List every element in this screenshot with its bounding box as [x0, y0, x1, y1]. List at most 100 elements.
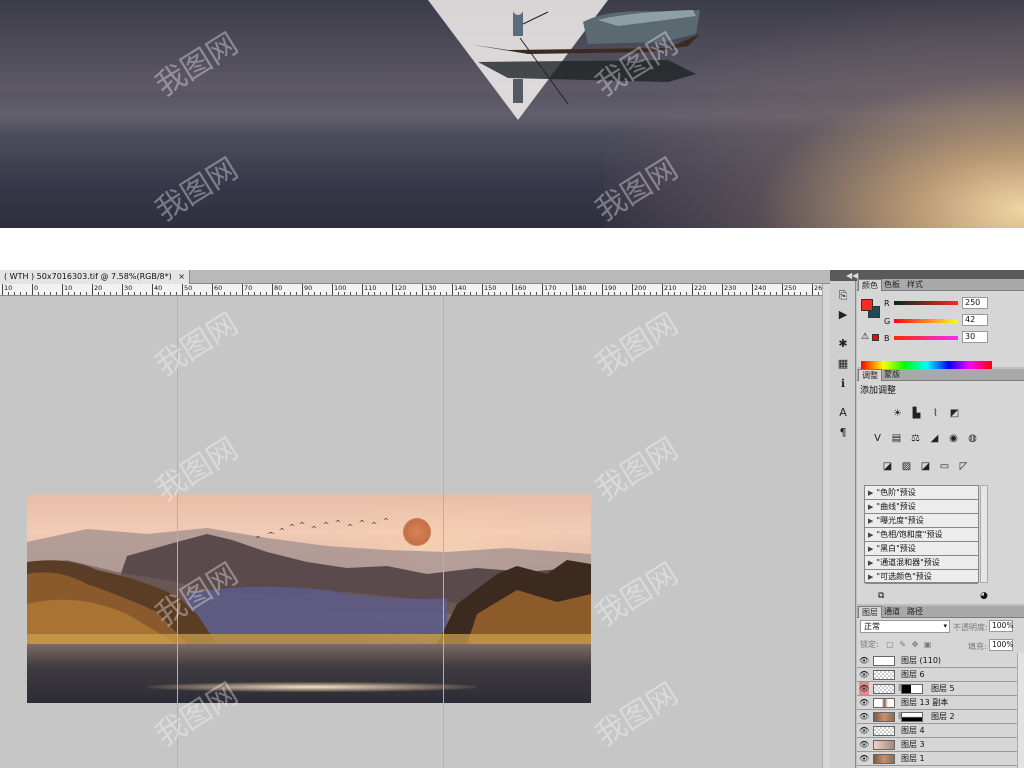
eye-icon[interactable]: 👁: [859, 724, 869, 737]
photo-filter-icon[interactable]: ◉: [946, 432, 961, 446]
preset-item[interactable]: ▶ "色相/饱和度"预设: [865, 528, 978, 542]
web-color-swatch[interactable]: [872, 334, 879, 341]
lock-transparent-icon[interactable]: ▢: [886, 640, 894, 649]
preset-item[interactable]: ▶ "可选颜色"预设: [865, 570, 978, 584]
ruler-major-tick: [32, 284, 33, 295]
levels-icon[interactable]: ▙: [909, 407, 924, 421]
layer-row[interactable]: 👁 图层 1: [857, 752, 1024, 766]
curves-icon[interactable]: ⌇: [928, 407, 943, 421]
channel-b-input[interactable]: 30: [962, 331, 988, 343]
ruler-major-tick: [212, 284, 213, 295]
expand-arrow-icon[interactable]: ▶: [868, 531, 873, 539]
layer-row[interactable]: 👁 ⛓ 图层 5: [857, 682, 1024, 696]
expand-arrow-icon[interactable]: ▶: [868, 559, 873, 567]
lock-move-icon[interactable]: ✥: [912, 640, 919, 649]
eye-icon[interactable]: 👁: [859, 654, 869, 667]
layer-row[interactable]: 👁 图层 13 副本: [857, 696, 1024, 710]
history-icon[interactable]: ⎘: [836, 289, 850, 303]
visibility-toggle-icon[interactable]: ◕: [980, 591, 988, 601]
preset-item[interactable]: ▶ "曲线"预设: [865, 500, 978, 514]
fill-label: 填充:: [968, 642, 987, 651]
eye-icon[interactable]: 👁: [859, 682, 869, 695]
layer-row[interactable]: 👁 图层 4: [857, 724, 1024, 738]
tab-masks[interactable]: 蒙版: [881, 369, 903, 381]
layers-scrollbar[interactable]: [1017, 653, 1024, 768]
channel-b-slider[interactable]: [894, 336, 958, 340]
eye-icon[interactable]: 👁: [859, 738, 869, 751]
layer-row[interactable]: 👁 图层 (110): [857, 654, 1024, 668]
ruler-minor-tick: [794, 292, 795, 295]
opacity-input[interactable]: 100%: [989, 620, 1013, 632]
guide-line[interactable]: [443, 296, 444, 768]
expand-arrow-icon[interactable]: ▶: [868, 545, 873, 553]
selective-color-icon[interactable]: ◸: [956, 460, 971, 474]
layer-row[interactable]: 👁 ⛓ 图层 2: [857, 710, 1024, 724]
preset-item[interactable]: ▶ "色阶"预设: [865, 486, 978, 500]
ruler-minor-tick: [758, 292, 759, 295]
document-tab[interactable]: ( WTH ) 50x7016303.tif @ 7.58%(RGB/8*) ×: [0, 270, 190, 284]
invert-icon[interactable]: ◪: [880, 460, 895, 474]
gradient-map-icon[interactable]: ▭: [937, 460, 952, 474]
close-icon[interactable]: ×: [178, 272, 185, 281]
tab-paths[interactable]: 路径: [904, 606, 926, 618]
ruler-minor-tick: [296, 292, 297, 295]
tab-layers[interactable]: 图层: [858, 606, 882, 618]
channel-g-input[interactable]: 42: [962, 314, 988, 326]
channel-mixer-icon[interactable]: ◍: [965, 432, 980, 446]
blend-mode-select[interactable]: 正常 ▾: [860, 620, 950, 633]
fill-input[interactable]: 100%: [989, 639, 1013, 651]
tab-channels[interactable]: 通道: [881, 606, 903, 618]
eye-icon[interactable]: 👁: [859, 752, 869, 765]
guide-line[interactable]: [177, 296, 178, 768]
brightness-contrast-icon[interactable]: ☀: [890, 407, 905, 421]
ruler-major-tick: [752, 284, 753, 295]
color-balance-icon[interactable]: ⚖: [908, 432, 923, 446]
channel-r-input[interactable]: 250: [962, 297, 988, 309]
ruler-minor-tick: [266, 292, 267, 295]
tab-adjustments[interactable]: 调整: [858, 369, 882, 381]
lock-paint-icon[interactable]: ✎: [899, 640, 906, 649]
layer-mask-thumbnail[interactable]: [901, 684, 923, 694]
warning-icon[interactable]: ⚠: [861, 332, 869, 342]
canvas-scrollbar[interactable]: [822, 284, 830, 768]
eye-icon[interactable]: 👁: [859, 710, 869, 723]
preset-item[interactable]: ▶ "曝光度"预设: [865, 514, 978, 528]
hue-saturation-icon[interactable]: ▤: [889, 432, 904, 446]
expand-arrow-icon[interactable]: ▶: [868, 573, 873, 581]
preset-item[interactable]: ▶ "黑白"预设: [865, 542, 978, 556]
expand-arrow-icon[interactable]: ▶: [868, 489, 873, 497]
layer-name: 图层 3: [901, 740, 925, 749]
channel-g-slider[interactable]: [894, 319, 958, 323]
clip-layer-icon[interactable]: ⧉: [878, 591, 884, 601]
layer-row[interactable]: 👁 图层 6: [857, 668, 1024, 682]
threshold-icon[interactable]: ◪: [918, 460, 933, 474]
tab-color[interactable]: 颜色: [858, 279, 882, 291]
preset-list-scrollbar[interactable]: [980, 485, 988, 583]
vibrance-icon[interactable]: V: [870, 432, 885, 446]
layer-mask-thumbnail[interactable]: [901, 712, 923, 722]
ruler-minor-tick: [338, 292, 339, 295]
expand-arrow-icon[interactable]: ▶: [868, 503, 873, 511]
navigator-icon[interactable]: ✱: [836, 337, 850, 351]
character-icon[interactable]: A: [836, 406, 850, 420]
channel-r-slider[interactable]: [894, 301, 958, 305]
preset-item[interactable]: ▶ "通道混和器"预设: [865, 556, 978, 570]
layer-row[interactable]: 👁 图层 3: [857, 738, 1024, 752]
ruler-label: 210: [664, 284, 677, 292]
tab-styles[interactable]: 样式: [904, 279, 926, 291]
actions-icon[interactable]: ▶: [836, 308, 850, 322]
expand-arrow-icon[interactable]: ▶: [868, 517, 873, 525]
eye-icon[interactable]: 👁: [859, 696, 869, 709]
histogram-icon[interactable]: ▦: [836, 357, 850, 371]
info-icon[interactable]: ℹ: [836, 377, 850, 391]
ruler-major-tick: [92, 284, 93, 295]
lock-all-icon[interactable]: ▣: [924, 640, 932, 649]
eye-icon[interactable]: 👁: [859, 668, 869, 681]
paragraph-icon[interactable]: ¶: [836, 426, 850, 440]
ruler-label: 250: [784, 284, 797, 292]
black-white-icon[interactable]: ◢: [927, 432, 942, 446]
foreground-color-swatch[interactable]: [861, 299, 873, 311]
posterize-icon[interactable]: ▨: [899, 460, 914, 474]
tab-swatches[interactable]: 色板: [881, 279, 903, 291]
exposure-icon[interactable]: ◩: [947, 407, 962, 421]
